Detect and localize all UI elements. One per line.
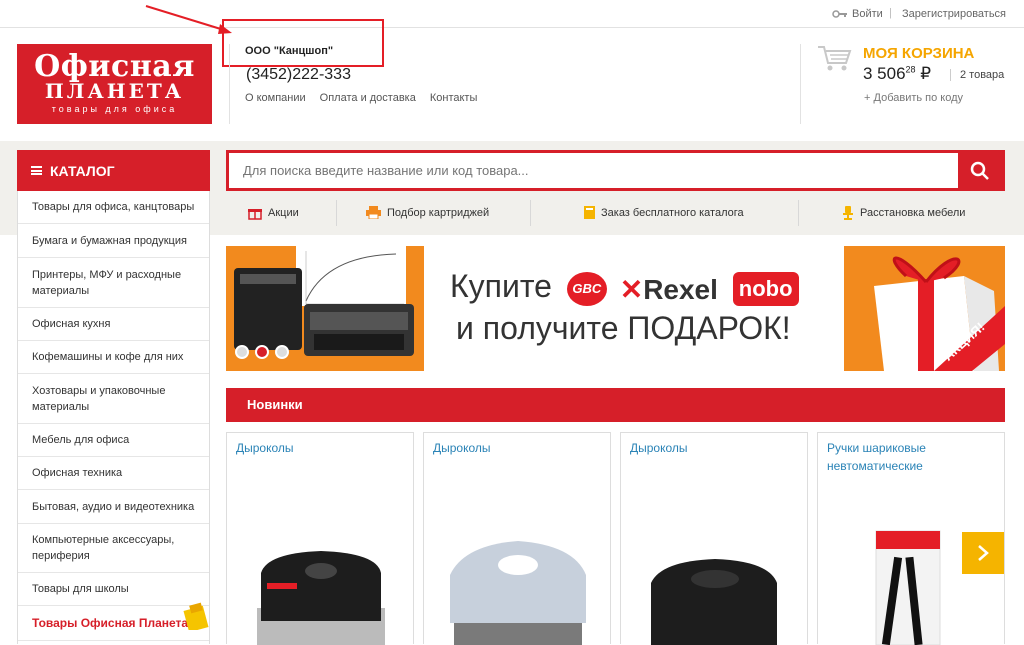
menu-item[interactable]: Офисная кухня bbox=[18, 308, 209, 341]
link-furniture-label: Расстановка мебели bbox=[860, 207, 966, 219]
site-logo[interactable]: Офисная ПЛАНЕТА товары для офиса bbox=[17, 44, 212, 124]
nobo-logo: nobo bbox=[732, 271, 799, 306]
header-nav: О компании Оплата и доставка Контакты bbox=[245, 92, 477, 104]
plus-icon: + bbox=[864, 92, 871, 104]
cart-icon[interactable] bbox=[816, 44, 852, 72]
annotation-arrow bbox=[145, 5, 232, 34]
login-label: Войти bbox=[852, 8, 883, 20]
catalog-button[interactable]: КАТАЛОГ bbox=[17, 150, 210, 191]
logo-tagline: товары для офиса bbox=[51, 104, 178, 114]
add-by-code-link[interactable]: + Добавить по коду bbox=[864, 92, 963, 104]
link-promotions[interactable]: Акции bbox=[248, 206, 299, 220]
product-card[interactable]: Дыроколы bbox=[620, 432, 808, 645]
cart-sum-kopeks: 28 bbox=[905, 64, 916, 75]
gift-box-image bbox=[874, 256, 1005, 371]
key-icon bbox=[832, 10, 847, 18]
search-icon bbox=[970, 161, 989, 180]
link-furniture[interactable]: Расстановка мебели bbox=[842, 206, 965, 220]
product-card[interactable]: Дыроколы bbox=[423, 432, 611, 645]
link-free-catalog[interactable]: Заказ бесплатного каталога bbox=[584, 206, 744, 219]
printer-icon bbox=[366, 206, 381, 219]
link-divider bbox=[336, 200, 337, 226]
link-cartridges[interactable]: Подбор картриджей bbox=[366, 206, 489, 219]
cart-sum-value: 3 506 bbox=[863, 64, 906, 83]
link-cartridges-label: Подбор картриджей bbox=[387, 206, 490, 219]
menu-item[interactable]: Товары для офиса, канцтовары bbox=[18, 191, 209, 224]
banner-buy-label: Купите bbox=[450, 268, 552, 304]
rexel-label: Rexel bbox=[643, 274, 718, 306]
product-title[interactable]: Дыроколы bbox=[433, 439, 602, 457]
search-input[interactable] bbox=[229, 153, 959, 188]
menu-item[interactable]: Принтеры, МФУ и расходные материалы bbox=[18, 258, 209, 308]
chair-icon bbox=[843, 206, 853, 220]
add-by-code-label: Добавить по коду bbox=[873, 92, 964, 104]
company-name: ООО "Канцшоп" bbox=[245, 45, 334, 57]
banner-line2: и получите ПОДАРОК! bbox=[456, 310, 791, 346]
cart-divider bbox=[800, 44, 801, 124]
carousel-next-button[interactable] bbox=[962, 532, 1004, 574]
catalog-book-icon bbox=[584, 206, 595, 219]
menu-item[interactable]: Бытовая, аудио и видеотехника bbox=[18, 490, 209, 524]
cart-total: 3 50628 ₽ bbox=[863, 64, 931, 84]
menu-item[interactable]: Кофемашины и кофе для них bbox=[18, 341, 209, 374]
menu-icon bbox=[31, 166, 42, 175]
link-promotions-label: Акции bbox=[268, 207, 299, 219]
pagination-dot[interactable] bbox=[275, 345, 289, 359]
register-link[interactable]: Зарегистрироваться bbox=[902, 8, 1006, 20]
product-card[interactable]: Дыроколы bbox=[226, 432, 414, 645]
cart-title[interactable]: МОЯ КОРЗИНА bbox=[863, 45, 974, 62]
pagination-dot-active[interactable] bbox=[255, 345, 269, 359]
nav-about[interactable]: О компании bbox=[245, 92, 306, 104]
logo-line1: Офисная bbox=[34, 49, 195, 84]
product-title[interactable]: Дыроколы bbox=[236, 439, 405, 457]
menu-item[interactable]: Бумага и бумажная продукция bbox=[18, 224, 209, 258]
logo-line2: ПЛАНЕТА bbox=[44, 79, 185, 103]
menu-item[interactable]: Хозтовары и упаковочные материалы bbox=[18, 374, 209, 424]
login-link[interactable]: Войти bbox=[832, 8, 883, 20]
currency-symbol: ₽ bbox=[920, 64, 932, 83]
special-label: Товары Офисная Планета bbox=[32, 616, 189, 630]
nav-payment-delivery[interactable]: Оплата и доставка bbox=[320, 92, 416, 104]
banner-pagination bbox=[235, 345, 289, 359]
link-free-catalog-label: Заказ бесплатного каталога bbox=[601, 206, 744, 219]
hole-punch-image bbox=[257, 551, 385, 645]
nav-contacts[interactable]: Контакты bbox=[430, 92, 478, 104]
quick-links: Акции Подбор картриджей Заказ бесплатног… bbox=[226, 198, 1005, 228]
link-divider bbox=[798, 200, 799, 226]
promo-banner[interactable]: Купите GBC ✕Rexel nobo и получите ПОДАРО… bbox=[226, 246, 1005, 371]
pagination-dot[interactable] bbox=[235, 345, 249, 359]
menu-item[interactable]: Мебель для офиса bbox=[18, 424, 209, 457]
menu-item[interactable]: Офисная техника bbox=[18, 457, 209, 490]
header-divider bbox=[229, 44, 230, 124]
gbc-logo: GBC bbox=[566, 271, 607, 306]
gift-icon bbox=[248, 209, 262, 220]
cart-item-count: 2 товара bbox=[950, 69, 1004, 81]
product-title[interactable]: Дыроколы bbox=[630, 439, 799, 457]
menu-item[interactable]: Товары для школы bbox=[18, 573, 209, 606]
link-divider bbox=[530, 200, 531, 226]
topbar-separator: | bbox=[889, 7, 892, 19]
rexel-x-icon: ✕ bbox=[619, 274, 644, 306]
section-new-header: Новинки bbox=[226, 388, 1005, 422]
search-bar bbox=[226, 150, 1005, 191]
banner-gift-image: АКЦИЯ! bbox=[844, 246, 1005, 371]
banner-line1: Купите GBC ✕Rexel nobo bbox=[450, 268, 799, 307]
catalog-menu: Товары для офиса, канцтовары Бумага и бу… bbox=[17, 191, 210, 644]
catalog-label: КАТАЛОГ bbox=[50, 162, 115, 179]
annotation-highlight-box bbox=[222, 19, 384, 67]
promo-icon bbox=[183, 602, 209, 630]
rexel-logo: ✕Rexel bbox=[620, 270, 718, 307]
search-button[interactable] bbox=[958, 153, 1002, 188]
menu-item-special[interactable]: Товары Офисная Планета bbox=[18, 602, 209, 641]
hole-punch-image bbox=[651, 559, 777, 645]
menu-item[interactable]: Компьютерные аксессуары, периферия bbox=[18, 524, 209, 573]
product-title[interactable]: Ручки шариковые невтоматические bbox=[827, 439, 996, 475]
chevron-right-icon bbox=[978, 545, 989, 561]
phone-number: (3452)222-333 bbox=[246, 66, 351, 83]
hole-punch-image bbox=[450, 541, 586, 645]
